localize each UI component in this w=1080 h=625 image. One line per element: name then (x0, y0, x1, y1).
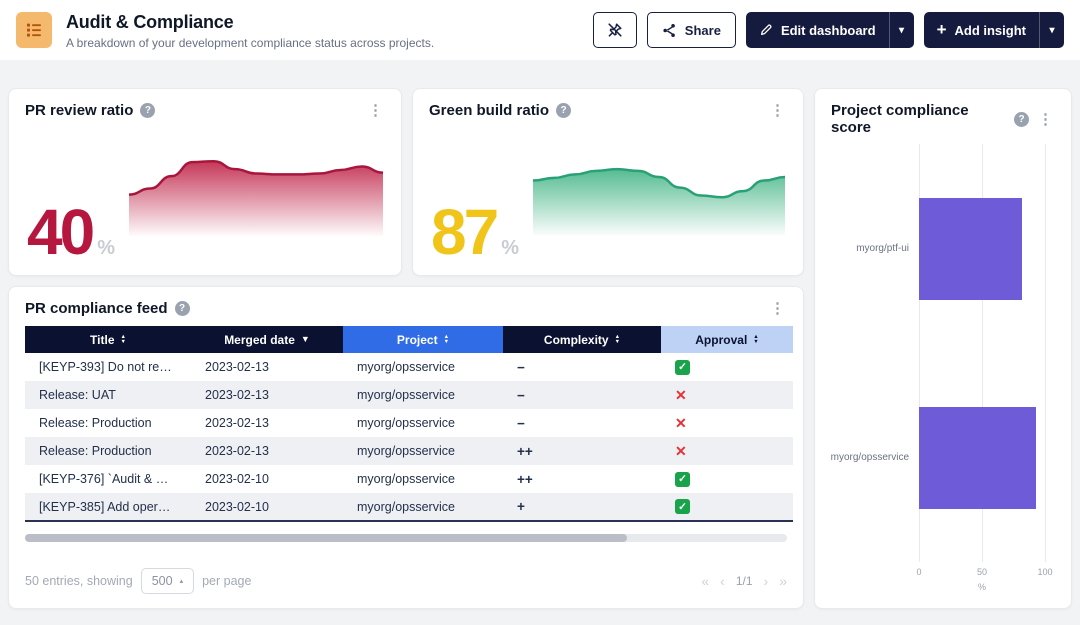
bar-myorg/opsservice[interactable] (919, 407, 1036, 509)
table-row[interactable]: Release: Production2023-02-13myorg/opsse… (25, 437, 793, 465)
first-page-button[interactable]: « (701, 573, 709, 589)
page-indicator: 1/1 (736, 574, 753, 588)
page-title: Audit & Compliance (66, 12, 434, 33)
column-header-merged-date[interactable]: Merged date▼ (191, 326, 343, 353)
table-row[interactable]: Release: UAT2023-02-13myorg/opsservice−✕ (25, 381, 793, 409)
approval-x-icon: ✕ (675, 415, 687, 431)
column-header-project[interactable]: Project▲▼ (343, 326, 503, 353)
unpin-icon (607, 22, 623, 38)
edit-pencil-icon (759, 23, 773, 37)
per-page-label: per page (202, 574, 251, 588)
bar-band (919, 353, 1045, 562)
card-title: PR compliance feed (25, 300, 168, 317)
page-subtitle: A breakdown of your development complian… (66, 36, 434, 50)
card-title: PR review ratio (25, 102, 133, 119)
next-page-button[interactable]: › (764, 573, 769, 589)
edit-dashboard-label: Edit dashboard (781, 23, 876, 38)
table-row[interactable]: [KEYP-385] Add operato...2023-02-10myorg… (25, 493, 793, 521)
bar-category-label: myorg/ptf-ui (831, 144, 919, 353)
add-insight-dropdown-button[interactable]: ▾ (1039, 12, 1064, 48)
help-icon[interactable]: ? (140, 103, 155, 118)
page-size-value: 500 (152, 574, 173, 588)
green-build-ratio-card: Green build ratio ? ⋮ 87 % (412, 88, 804, 276)
axis-tick-label: 0 (916, 567, 921, 577)
kebab-menu-icon[interactable]: ⋮ (768, 103, 787, 118)
bar-category-label: myorg/opsservice (831, 353, 919, 562)
column-header-approval[interactable]: Approval▲▼ (661, 326, 793, 353)
column-header-complexity[interactable]: Complexity▲▼ (503, 326, 661, 353)
pr-compliance-table: Title▲▼Merged date▼Project▲▼Complexity▲▼… (25, 326, 793, 522)
help-icon[interactable]: ? (1014, 112, 1029, 127)
header-actions: Share Edit dashboard ▾ + Add insight ▾ (593, 12, 1064, 48)
x-axis-label: % (919, 582, 1045, 596)
axis-tick-label: 50 (977, 567, 987, 577)
horizontal-scrollbar-thumb[interactable] (25, 534, 627, 542)
horizontal-scrollbar-track (25, 534, 787, 542)
add-insight-label: Add insight (955, 23, 1027, 38)
table-row[interactable]: [KEYP-376] `Audit & Co...2023-02-10myorg… (25, 465, 793, 493)
page-size-select[interactable]: 500 ▴ (141, 568, 194, 594)
approval-x-icon: ✕ (675, 443, 687, 459)
last-page-button[interactable]: » (779, 573, 787, 589)
feed-footer: 50 entries, showing 500 ▴ per page « ‹ 1… (9, 556, 803, 608)
chevron-down-icon: ▾ (1049, 25, 1054, 36)
edit-dashboard-button[interactable]: Edit dashboard (746, 12, 889, 48)
kebab-menu-icon[interactable]: ⋮ (366, 103, 385, 118)
table-header-row: Title▲▼Merged date▼Project▲▼Complexity▲▼… (25, 326, 793, 353)
share-icon (662, 23, 677, 38)
prev-page-button[interactable]: ‹ (720, 573, 725, 589)
pagination: « ‹ 1/1 › » (701, 573, 787, 589)
approval-check-icon: ✓ (675, 360, 690, 375)
table-row[interactable]: [KEYP-393] Do not reset...2023-02-13myor… (25, 353, 793, 381)
approval-check-icon: ✓ (675, 499, 690, 514)
select-caret-icon: ▴ (180, 577, 184, 585)
kebab-menu-icon[interactable]: ⋮ (1036, 112, 1055, 127)
pr-review-ratio-card: PR review ratio ? ⋮ 40 % (8, 88, 402, 276)
green-build-ratio-value: 87 % (431, 205, 519, 259)
dashboard-header: Audit & Compliance A breakdown of your d… (0, 0, 1080, 60)
help-icon[interactable]: ? (175, 301, 190, 316)
column-header-title[interactable]: Title▲▼ (25, 326, 191, 353)
bar-plot-area (919, 144, 1045, 562)
approval-check-icon: ✓ (675, 472, 690, 487)
title-block: Audit & Compliance A breakdown of your d… (66, 12, 434, 50)
add-insight-button[interactable]: + Add insight (924, 12, 1039, 48)
pr-review-ratio-value: 40 % (27, 205, 115, 259)
kebab-menu-icon[interactable]: ⋮ (768, 301, 787, 316)
compliance-score-chart: myorg/ptf-uimyorg/opsservice 0 50 100 % (815, 136, 1071, 608)
card-title: Project compliance score (831, 102, 1007, 136)
chevron-down-icon: ▾ (899, 25, 904, 36)
pr-review-trend-chart (129, 148, 383, 236)
green-build-trend-chart (533, 148, 785, 236)
share-button-label: Share (685, 23, 721, 38)
sort-both-icon: ▲▼ (444, 335, 449, 344)
project-compliance-score-card: Project compliance score ? ⋮ myorg/ptf-u… (814, 88, 1072, 609)
card-title: Green build ratio (429, 102, 549, 119)
sort-desc-icon: ▼ (301, 335, 310, 344)
edit-dashboard-group: Edit dashboard ▾ (746, 12, 914, 48)
sort-both-icon: ▲▼ (615, 335, 620, 344)
bar-myorg/ptf-ui[interactable] (919, 198, 1022, 300)
help-icon[interactable]: ? (556, 103, 571, 118)
share-button[interactable]: Share (647, 12, 736, 48)
add-insight-group: + Add insight ▾ (924, 12, 1064, 48)
edit-dashboard-dropdown-button[interactable]: ▾ (889, 12, 914, 48)
sort-both-icon: ▲▼ (753, 335, 758, 344)
unpin-button[interactable] (593, 12, 637, 48)
dashboard-list-icon (16, 12, 52, 48)
entries-count-label: 50 entries, showing (25, 574, 133, 588)
bar-category-labels: myorg/ptf-uimyorg/opsservice (831, 144, 919, 562)
gridline (1045, 144, 1046, 562)
pr-compliance-feed-card: PR compliance feed ? ⋮ Title▲▼Merged dat… (8, 286, 804, 609)
axis-tick-label: 100 (1037, 567, 1052, 577)
approval-x-icon: ✕ (675, 387, 687, 403)
table-row[interactable]: Release: Production2023-02-13myorg/opsse… (25, 409, 793, 437)
plus-icon: + (937, 21, 947, 38)
bar-band (919, 144, 1045, 353)
sort-both-icon: ▲▼ (121, 335, 126, 344)
x-axis: 050100 (919, 564, 1045, 582)
dashboard-grid: PR review ratio ? ⋮ 40 % Green build rat… (0, 60, 1080, 625)
